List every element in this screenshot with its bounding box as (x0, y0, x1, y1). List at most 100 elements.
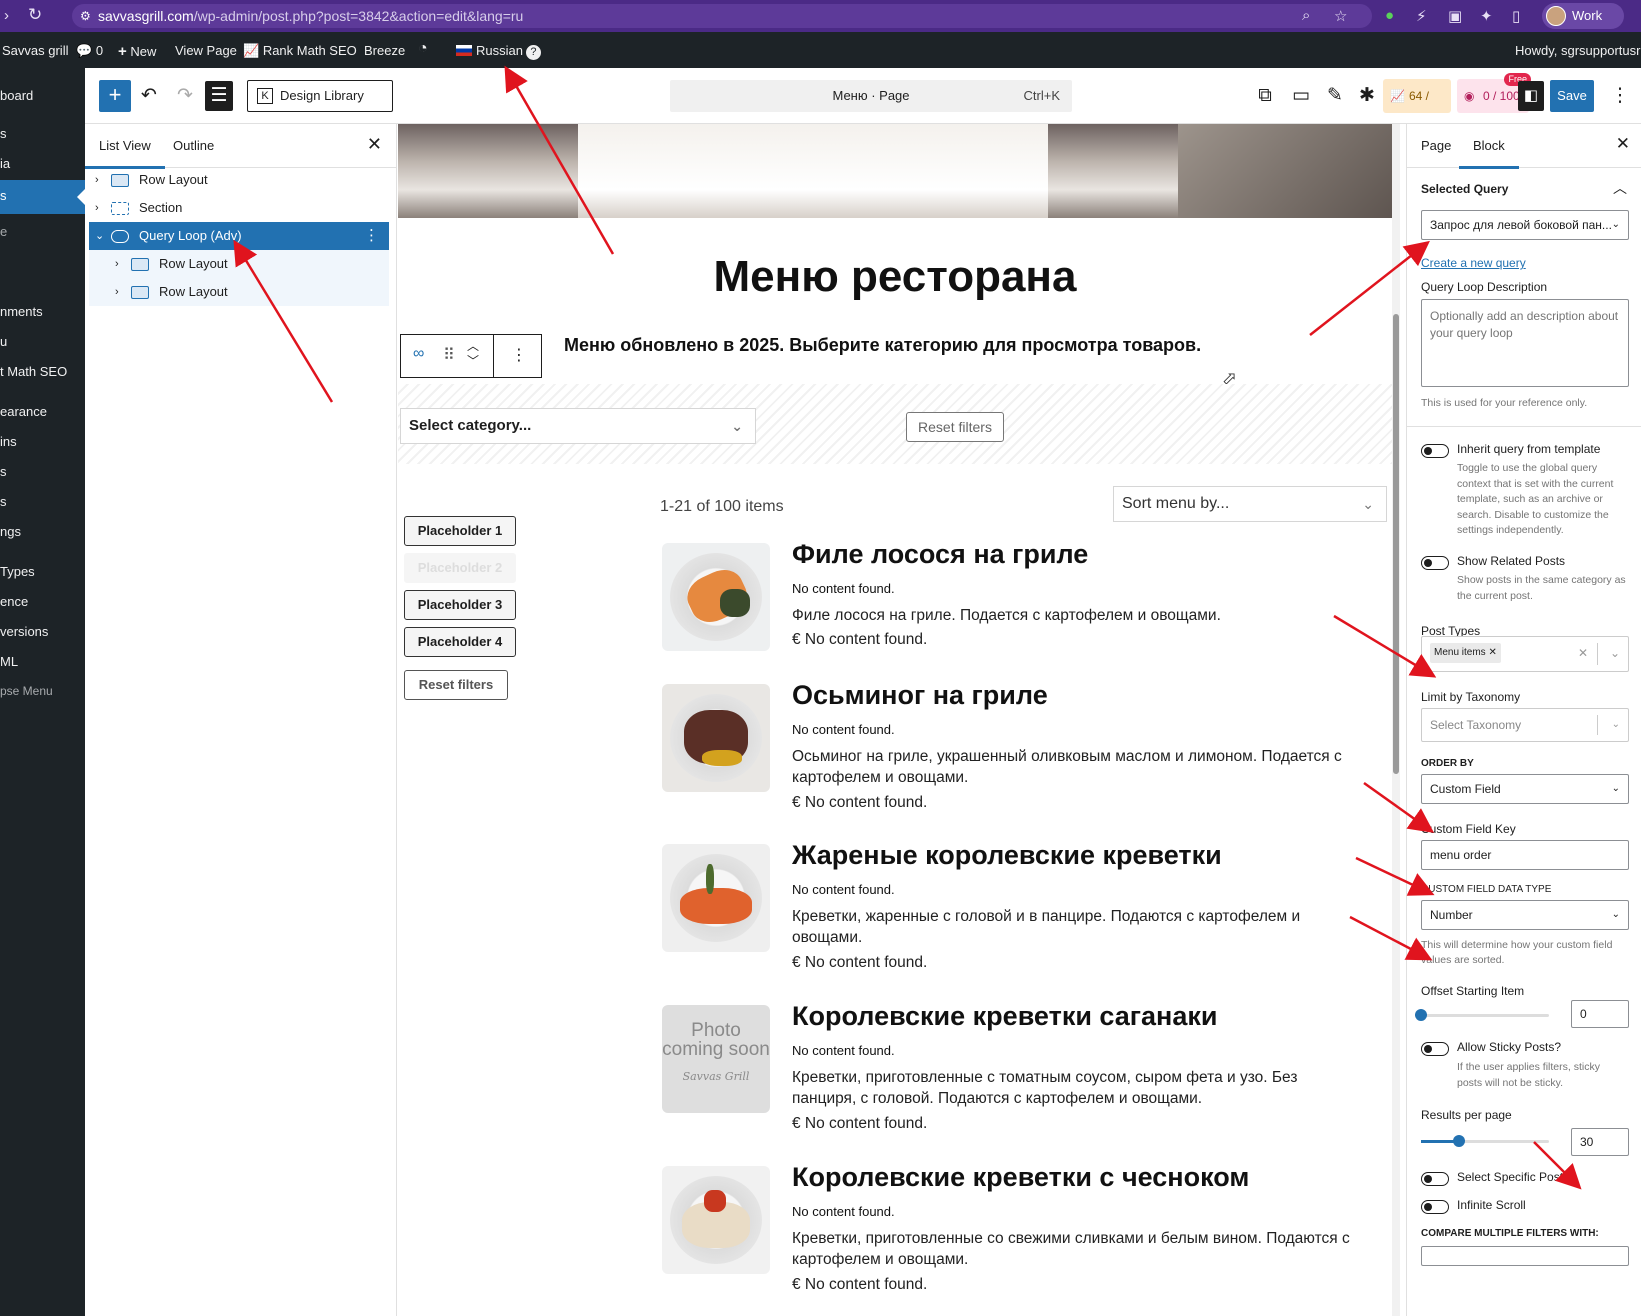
reset-filters-button[interactable]: Reset filters (906, 412, 1004, 442)
custom-field-key-input[interactable]: menu order (1421, 840, 1629, 870)
puzzle-icon[interactable]: ✦ (1480, 7, 1493, 25)
chevron-right-icon[interactable]: › (115, 250, 119, 278)
extension-icon[interactable]: ▣ (1448, 7, 1462, 25)
filter-placeholder-button[interactable]: Placeholder 4 (404, 627, 516, 657)
move-up-down-icon[interactable]: ︿ ﹀ (467, 339, 479, 369)
view-external-icon[interactable]: ⧉ (1251, 80, 1279, 112)
results-per-page-input[interactable]: 30 (1571, 1128, 1629, 1156)
breeze-cache-icon[interactable]: ✱ (1353, 80, 1381, 112)
bookmark-star-icon[interactable]: ☆ (1334, 7, 1347, 25)
post-types-select[interactable]: Menu items ✕ ✕ ⌄ (1421, 636, 1629, 672)
add-block-button[interactable]: + (99, 80, 131, 112)
item-title[interactable]: Осьминог на гриле (792, 680, 1048, 711)
rank-math-link[interactable]: 📈 Rank Math SEO (243, 43, 357, 59)
sort-select[interactable]: Sort menu by... ⌄ (1113, 486, 1387, 522)
panel-title-selected-query[interactable]: Selected Query (1421, 182, 1508, 196)
sticky-posts-toggle[interactable] (1421, 1042, 1449, 1056)
chevron-right-icon[interactable]: › (115, 278, 119, 306)
photo-coming-soon-thumbnail[interactable]: Photo coming soon Savvas Grill (662, 1005, 770, 1113)
menu-item-media[interactable]: ia (0, 156, 10, 171)
chevron-right-icon[interactable]: › (95, 166, 99, 194)
scrollbar-thumb[interactable] (1393, 314, 1399, 774)
list-view-icon[interactable]: ☰ (205, 81, 233, 111)
new-link[interactable]: + New (118, 43, 156, 60)
specific-posts-toggle[interactable] (1421, 1172, 1449, 1186)
redo-icon[interactable]: ↷ (171, 80, 199, 112)
tab-page[interactable]: Page (1421, 138, 1451, 153)
close-icon[interactable]: ✕ (1616, 134, 1630, 154)
results-slider[interactable] (1421, 1135, 1549, 1147)
block-options-icon[interactable]: ⋮ (364, 222, 379, 250)
taxonomy-select[interactable]: Select Taxonomy ⌄ (1421, 708, 1629, 742)
more-options-icon[interactable]: ⋮ (511, 345, 527, 365)
offset-input[interactable]: 0 (1571, 1000, 1629, 1028)
menu-item-comments[interactable]: nments (0, 304, 43, 319)
list-item-row-layout[interactable]: › Row Layout (89, 278, 389, 306)
menu-item-dashboard[interactable]: board (0, 88, 33, 103)
grammarly-icon[interactable]: ● (1385, 7, 1394, 24)
undo-icon[interactable]: ↶ (135, 80, 163, 112)
command-palette[interactable]: Меню · Page Ctrl+K (670, 80, 1072, 112)
site-name-link[interactable]: Savvas grill (2, 43, 68, 58)
compare-filters-select[interactable] (1421, 1246, 1629, 1266)
chevron-right-icon[interactable]: › (95, 194, 99, 222)
view-page-link[interactable]: View Page (175, 43, 237, 58)
sidebar-icon[interactable]: ▯ (1512, 7, 1520, 25)
menu-item-pages[interactable]: s (0, 188, 7, 203)
item-thumbnail[interactable] (662, 684, 770, 792)
extension-bolt-icon[interactable]: ⚡ (1416, 7, 1427, 25)
menu-subitem[interactable]: e (0, 224, 7, 239)
chevron-down-icon[interactable]: ⌄ (1610, 639, 1620, 667)
howdy-user[interactable]: Howdy, sgrsupportusr (1515, 43, 1640, 58)
list-item-row-layout[interactable]: › Row Layout (89, 166, 389, 194)
slider-knob[interactable] (1415, 1009, 1427, 1021)
slider-knob[interactable] (1453, 1135, 1466, 1147)
order-by-select[interactable]: Custom Field ⌄ (1421, 774, 1629, 804)
page-title[interactable]: Меню ресторана (398, 252, 1392, 302)
menu-item-settings[interactable]: ngs (0, 524, 21, 539)
item-title[interactable]: Королевские креветки саганаки (792, 1001, 1218, 1032)
item-title[interactable]: Жареные королевские креветки (792, 840, 1222, 871)
breeze-link[interactable]: Breeze (364, 43, 405, 58)
menu-item-versions[interactable]: versions (0, 624, 48, 639)
menu-item-appearance[interactable]: earance (0, 404, 47, 419)
menu-item-posts[interactable]: s (0, 126, 7, 141)
menu-item-post-types[interactable]: Types (0, 564, 35, 579)
tab-list-view[interactable]: List View (85, 138, 165, 169)
drag-handle-icon[interactable]: ⠿ (443, 345, 455, 365)
forward-icon[interactable]: › (4, 7, 9, 24)
comments-link[interactable]: 💬 0 (76, 43, 103, 59)
menu-item-menu[interactable]: u (0, 334, 7, 349)
seo-score-button[interactable]: 📈64 / 100 (1383, 79, 1451, 137)
inherit-query-toggle[interactable] (1421, 444, 1449, 458)
infinite-scroll-toggle[interactable] (1421, 1200, 1449, 1214)
q-plugin-icon[interactable]: ◔ (418, 40, 428, 58)
reset-filters-side-button[interactable]: Reset filters (404, 670, 508, 700)
reload-icon[interactable]: ↻ (28, 5, 42, 25)
chevron-down-icon[interactable]: ⌄ (95, 222, 104, 250)
canvas-scrollbar[interactable] (1392, 124, 1400, 1316)
clear-icon[interactable]: ✕ (1578, 639, 1588, 667)
site-info-icon[interactable]: ⚙ (80, 4, 91, 28)
settings-sidebar-icon[interactable]: ◧ (1518, 81, 1544, 111)
chevron-up-icon[interactable]: ︿ (1613, 178, 1627, 198)
data-type-select[interactable]: Number ⌄ (1421, 900, 1629, 930)
menu-item-tools[interactable]: s (0, 494, 7, 509)
design-library-button[interactable]: K Design Library (247, 80, 393, 112)
preview-device-icon[interactable]: ▭ (1287, 80, 1315, 112)
remove-chip-icon[interactable]: ✕ (1488, 647, 1496, 658)
language-switcher[interactable]: Russian? (456, 43, 541, 60)
filter-placeholder-button[interactable]: Placeholder 2 (404, 553, 516, 583)
query-select[interactable]: Запрос для левой боковой пан... ⌄ (1421, 210, 1629, 240)
close-icon[interactable]: ✕ (367, 134, 382, 155)
menu-item-rank-math[interactable]: t Math SEO (0, 364, 67, 379)
zoom-icon[interactable]: ⌕ (1302, 7, 1310, 24)
item-thumbnail[interactable] (662, 1166, 770, 1274)
filter-placeholder-button[interactable]: Placeholder 3 (404, 590, 516, 620)
related-posts-toggle[interactable] (1421, 556, 1449, 570)
menu-item-collapse[interactable]: pse Menu (0, 684, 53, 698)
item-thumbnail[interactable] (662, 543, 770, 651)
menu-item-plugins[interactable]: ins (0, 434, 17, 449)
create-query-link[interactable]: Create a new query (1421, 256, 1526, 270)
description-textarea[interactable]: Optionally add an description about your… (1421, 299, 1629, 387)
